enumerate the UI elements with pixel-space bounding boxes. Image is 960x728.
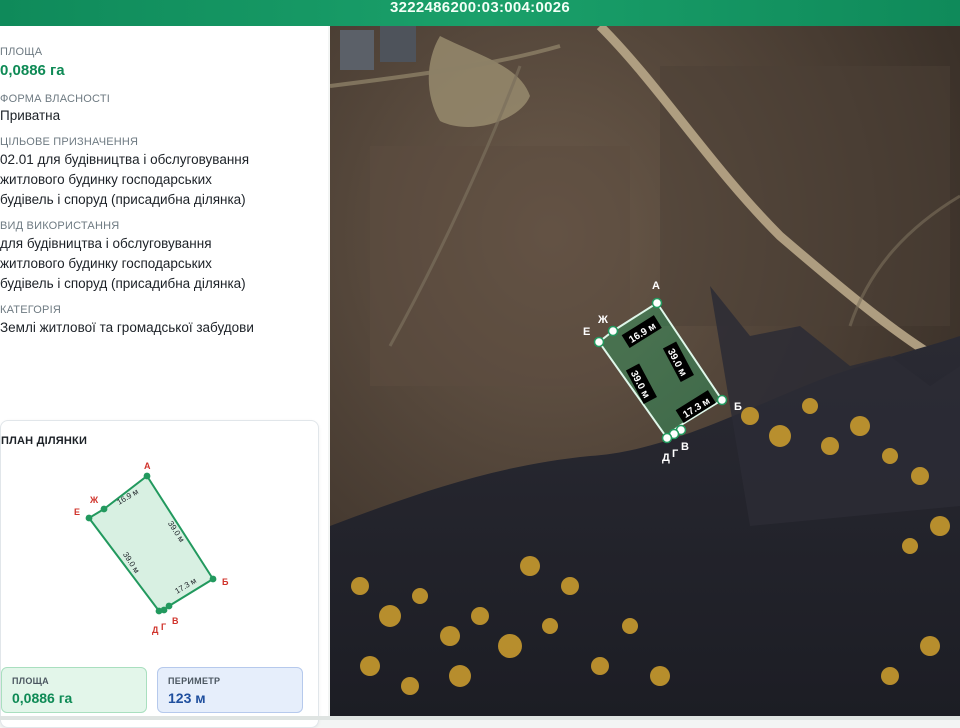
perimeter-stat-value: 123 м bbox=[168, 690, 206, 706]
map-vertex-d bbox=[661, 432, 673, 444]
ownership-value: Приватна bbox=[0, 108, 61, 123]
plan-label-b: Б bbox=[222, 577, 229, 587]
cadastral-number: 3222486200:03:004:0026 bbox=[389, 0, 571, 16]
map-vertex-a bbox=[651, 297, 663, 309]
plan-label-v: В bbox=[172, 616, 179, 626]
usage-label: ВИД ВИКОРИСТАННЯ bbox=[0, 220, 120, 232]
plan-vertex-e bbox=[85, 514, 93, 522]
category-field: КАТЕГОРІЯ Землі житлової та громадської … bbox=[0, 304, 320, 338]
plan-vertex-d bbox=[155, 607, 163, 615]
bottom-strip bbox=[0, 716, 960, 720]
map-field-patch bbox=[370, 146, 630, 386]
purpose-label: ЦІЛЬОВЕ ПРИЗНАЧЕННЯ bbox=[0, 136, 139, 148]
plan-label-d: Д bbox=[152, 625, 159, 635]
ownership-label: ФОРМА ВЛАСНОСТІ bbox=[0, 93, 111, 105]
satellite-imagery[interactable]: А Б В Г Д Е Ж 16.9 м 39.0 м 39.0 м 17.3 … bbox=[330, 26, 960, 720]
ownership-field: ФОРМА ВЛАСНОСТІ Приватна bbox=[0, 93, 320, 126]
purpose-line-1: 02.01 для будівництва і обслуговування bbox=[0, 152, 250, 167]
category-value: Землі житлової та громадської забудови bbox=[0, 320, 254, 335]
area-stat-label: ПЛОЩА bbox=[12, 676, 49, 686]
usage-line-1: для будівництва і обслуговування bbox=[0, 236, 212, 251]
plan-label-g: Г bbox=[161, 622, 166, 632]
plan-parcel-polygon bbox=[87, 474, 215, 613]
map-vertex-e bbox=[593, 336, 605, 348]
plan-vertex-a bbox=[143, 472, 151, 480]
purpose-line-3: будівель і споруд (присадибна ділянка) bbox=[0, 192, 246, 207]
purpose-field: ЦІЛЬОВЕ ПРИЗНАЧЕННЯ 02.01 для будівництв… bbox=[0, 136, 320, 210]
area-stat-value: 0,0886 га bbox=[12, 690, 73, 706]
parcel-plan-card: ПЛАН ДІЛЯНКИ А Б В Г Д Е Ж 16.9 м 39.0 м… bbox=[0, 420, 319, 728]
info-sidebar: ПЛОЩА 0,0886 га ФОРМА ВЛАСНОСТІ Приватна… bbox=[0, 26, 328, 728]
plan-label-e: Е bbox=[74, 507, 80, 517]
usage-line-3: будівель і споруд (присадибна ділянка) bbox=[0, 276, 246, 291]
map-label-b: Б bbox=[734, 401, 742, 413]
map-vertex-zh bbox=[607, 325, 619, 337]
plan-label-a: А bbox=[144, 461, 151, 471]
purpose-line-2: житлового будинку господарських bbox=[0, 172, 212, 187]
map-label-zh: Ж bbox=[597, 314, 608, 326]
plan-vertex-zh bbox=[100, 505, 108, 513]
map-label-d: Д bbox=[662, 452, 670, 464]
map-building bbox=[380, 26, 416, 62]
map-label-g: Г bbox=[672, 448, 679, 460]
usage-line-2: житлового будинку господарських bbox=[0, 256, 212, 271]
satellite-map[interactable]: А Б В Г Д Е Ж 16.9 м 39.0 м 39.0 м 17.3 … bbox=[330, 26, 960, 720]
area-field: ПЛОЩА 0,0886 га bbox=[0, 46, 320, 81]
area-value: 0,0886 га bbox=[0, 62, 65, 79]
perimeter-stat-card: ПЕРИМЕТР 123 м bbox=[157, 667, 303, 713]
area-stat-card: ПЛОЩА 0,0886 га bbox=[1, 667, 147, 713]
map-field-patch bbox=[660, 66, 950, 326]
area-label: ПЛОЩА bbox=[0, 46, 43, 58]
map-label-v: В bbox=[681, 441, 689, 453]
plan-vertex-b bbox=[209, 575, 217, 583]
plan-label-zh: Ж bbox=[89, 495, 99, 505]
usage-field: ВИД ВИКОРИСТАННЯ для будівництва і обслу… bbox=[0, 220, 320, 294]
map-label-e: Е bbox=[583, 326, 590, 338]
map-building bbox=[340, 30, 374, 70]
perimeter-stat-label: ПЕРИМЕТР bbox=[168, 676, 221, 686]
map-label-a: А bbox=[652, 280, 660, 292]
parcel-plan-drawing: А Б В Г Д Е Ж 16.9 м 39.0 м 39.0 м 17.3 … bbox=[74, 461, 229, 635]
category-label: КАТЕГОРІЯ bbox=[0, 304, 61, 316]
top-header-bar: 3222486200:03:004:0026 bbox=[0, 0, 960, 26]
map-vertex-b bbox=[716, 394, 728, 406]
